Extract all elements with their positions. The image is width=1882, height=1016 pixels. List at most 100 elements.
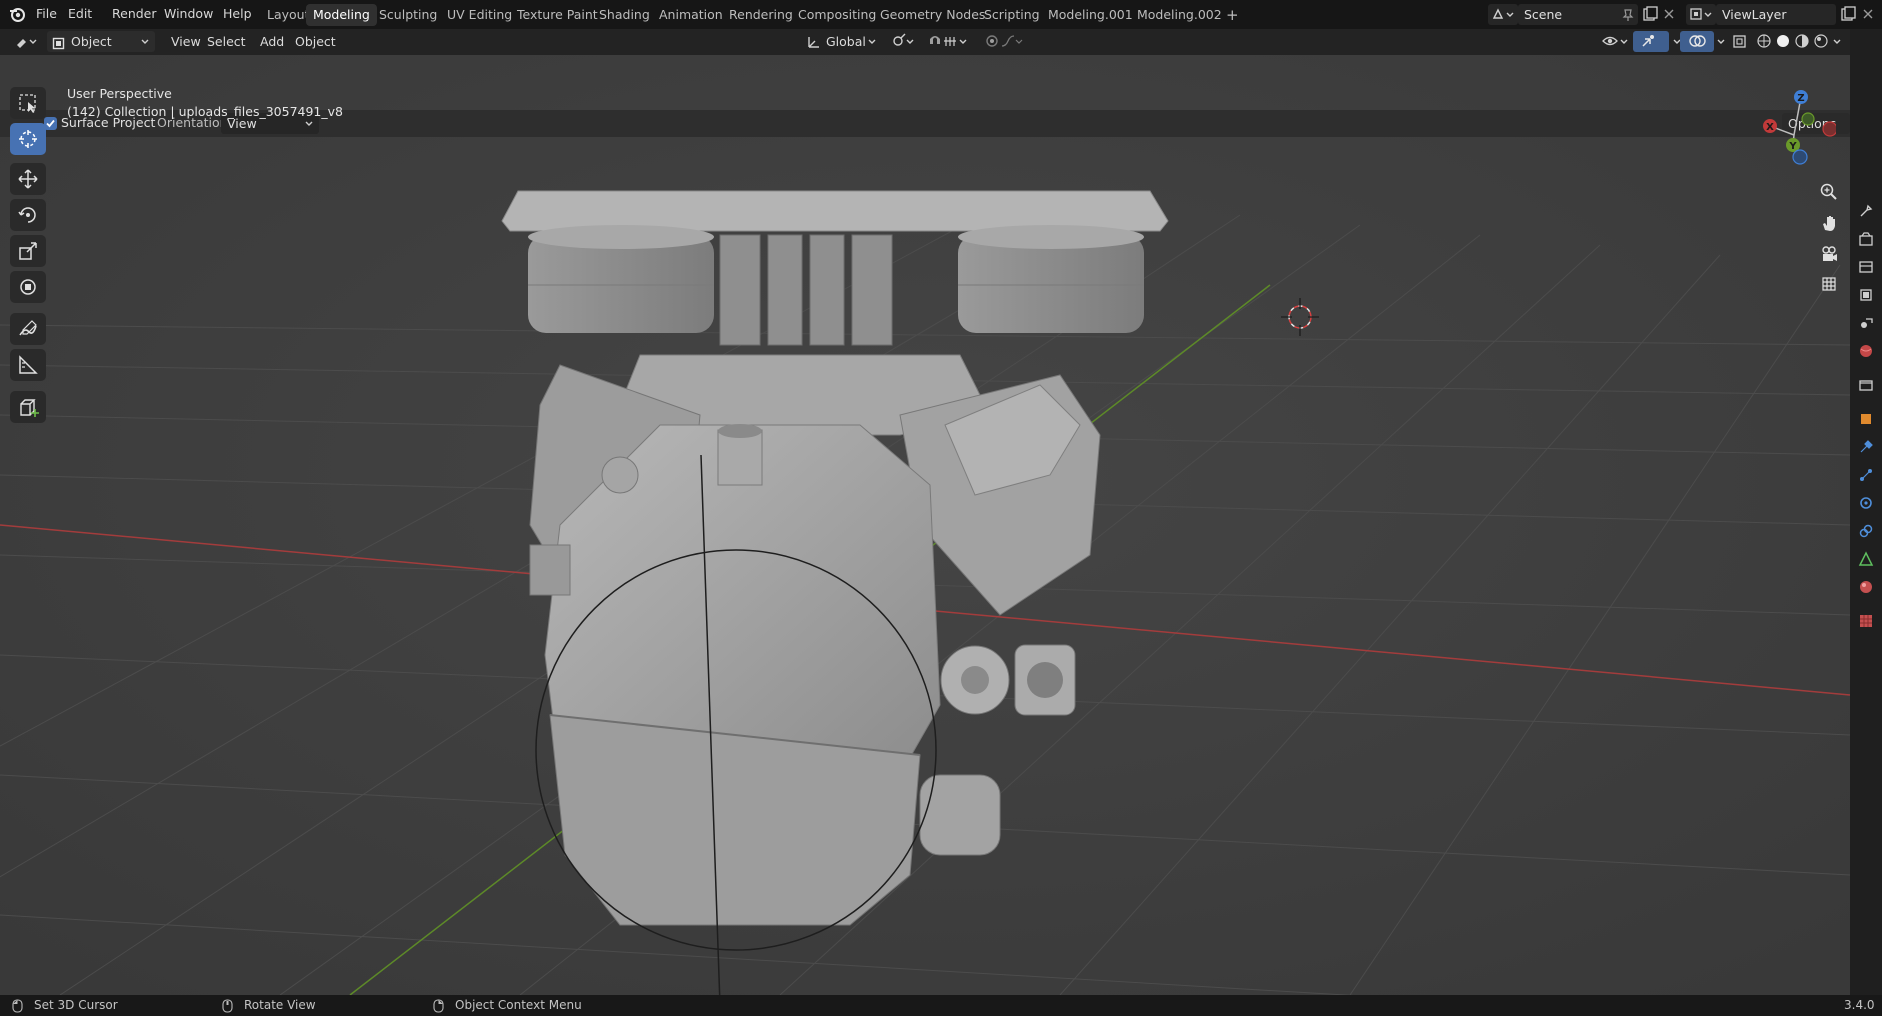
object-properties-icon[interactable] [1856,409,1876,429]
properties-tab-strip [1850,29,1882,995]
snap-dropdown[interactable] [921,31,973,52]
shading-rendered-button[interactable] [1807,31,1828,52]
texture-properties-icon[interactable] [1856,611,1876,631]
menu-select[interactable]: Select [201,31,252,52]
tab-modeling-002[interactable]: Modeling.002 [1130,4,1229,26]
particles-properties-icon[interactable] [1856,465,1876,485]
editor-type-button[interactable] [8,31,42,52]
proportional-editing-toggle[interactable] [978,31,1023,52]
measure-tool[interactable] [10,349,46,381]
object-mode-icon [52,35,65,50]
move-tool[interactable] [10,163,46,195]
viewlayer-name-field[interactable]: ViewLayer [1716,4,1836,25]
menu-add[interactable]: Add [254,31,290,52]
menu-file[interactable]: File [36,6,57,21]
add-cube-tool[interactable] [10,391,46,423]
chevron-down-icon [867,31,877,58]
physics-properties-icon[interactable] [1856,493,1876,513]
shading-dropdown[interactable] [1826,31,1844,52]
shading-solid-button[interactable] [1769,31,1789,52]
scale-tool[interactable] [10,235,46,267]
view-layer-properties-icon[interactable] [1856,285,1876,305]
delete-scene-icon[interactable] [1661,4,1677,25]
annotate-tool[interactable] [10,313,46,345]
camera-view-icon[interactable] [1818,243,1840,265]
pivot-point-dropdown[interactable] [884,31,918,52]
tab-modeling-001[interactable]: Modeling.001 [1041,4,1140,26]
output-properties-icon[interactable] [1856,257,1876,277]
mouse-left-icon [12,999,23,1016]
top-menu-bar: File Edit Render Window Help Layout Mode… [0,0,1882,29]
tab-geometry-nodes[interactable]: Geometry Nodes [873,4,992,26]
render-properties-icon[interactable] [1856,229,1876,249]
blender-logo-icon[interactable] [8,5,26,23]
tool-properties-icon[interactable] [1856,201,1876,221]
object-mode-dropdown[interactable]: Object Mode [47,31,155,70]
tab-modeling[interactable]: Modeling [306,4,377,26]
orientation-axes-icon [806,34,822,50]
viewport-scene [0,55,1850,995]
gizmo-toggle[interactable] [1633,31,1669,52]
zoom-icon[interactable] [1818,181,1840,203]
tab-texture-paint[interactable]: Texture Paint [510,4,605,26]
menu-object[interactable]: Object [289,31,342,52]
viewport-header: Object Mode View Select Add Object Globa… [0,29,1882,70]
status-left-action: Set 3D Cursor [34,998,118,1012]
navigation-gizmo[interactable]: Z X Y [1752,87,1838,171]
ortho-grid-icon[interactable] [1818,273,1840,295]
shading-wireframe-button[interactable] [1750,31,1771,52]
overlays-toggle[interactable] [1680,31,1714,52]
transform-tool[interactable] [10,271,46,303]
chevron-down-icon [140,31,150,58]
constraints-properties-icon[interactable] [1856,521,1876,541]
scene-browse-button[interactable] [1488,4,1518,25]
shading-material-button[interactable] [1788,31,1809,52]
pin-icon[interactable] [1622,4,1634,31]
mouse-right-icon [433,999,444,1016]
world-properties-icon[interactable] [1856,341,1876,361]
cursor-tool[interactable] [10,123,46,155]
xray-toggle[interactable] [1724,31,1750,52]
status-middle-action: Rotate View [244,998,316,1012]
blender-version: 3.4.0 [1844,998,1875,1012]
menu-edit[interactable]: Edit [68,6,92,21]
add-workspace-button[interactable]: + [1219,4,1246,26]
tab-scripting[interactable]: Scripting [977,4,1047,26]
tab-compositing[interactable]: Compositing [791,4,883,26]
pan-hand-icon[interactable] [1818,212,1840,234]
new-viewlayer-icon[interactable] [1838,4,1858,25]
material-properties-icon[interactable] [1856,577,1876,597]
tab-sculpting[interactable]: Sculpting [372,4,444,26]
collection-properties-icon[interactable] [1856,375,1876,395]
menu-render[interactable]: Render [112,6,157,21]
gizmo-y-label: Y [1788,141,1797,152]
data-properties-icon[interactable] [1856,549,1876,569]
menu-help[interactable]: Help [223,6,252,21]
tab-uv-editing[interactable]: UV Editing [440,4,519,26]
gizmo-z-label: Z [1797,93,1804,104]
viewlayer-browse-button[interactable] [1686,4,1716,25]
delete-viewlayer-icon[interactable] [1860,4,1876,25]
scene-name: Scene [1524,7,1563,22]
tab-shading[interactable]: Shading [592,4,657,26]
modifier-properties-icon[interactable] [1856,437,1876,457]
status-right-action: Object Context Menu [455,998,582,1012]
gizmo-x-label: X [1766,122,1774,133]
3d-viewport[interactable]: Surface Project Orientation: View Option… [0,55,1850,995]
new-scene-icon[interactable] [1640,4,1660,25]
viewlayer-name: ViewLayer [1722,7,1787,22]
scene-properties-icon[interactable] [1856,313,1876,333]
transform-orientation-label: Global [826,34,866,49]
select-box-tool[interactable] [10,87,46,119]
perspective-label: User Perspective [67,86,172,101]
visibility-dropdown[interactable] [1594,31,1630,52]
tab-rendering[interactable]: Rendering [722,4,800,26]
mouse-middle-icon [222,999,233,1016]
menu-window[interactable]: Window [164,6,213,21]
transform-orientation-dropdown[interactable]: Global [802,31,880,52]
rotate-tool[interactable] [10,199,46,231]
status-bar: Set 3D Cursor Rotate View Object Context… [0,995,1882,1016]
collection-label: (142) Collection | uploads_files_3057491… [67,104,343,119]
scene-name-field[interactable]: Scene [1518,4,1638,25]
tab-animation[interactable]: Animation [652,4,730,26]
